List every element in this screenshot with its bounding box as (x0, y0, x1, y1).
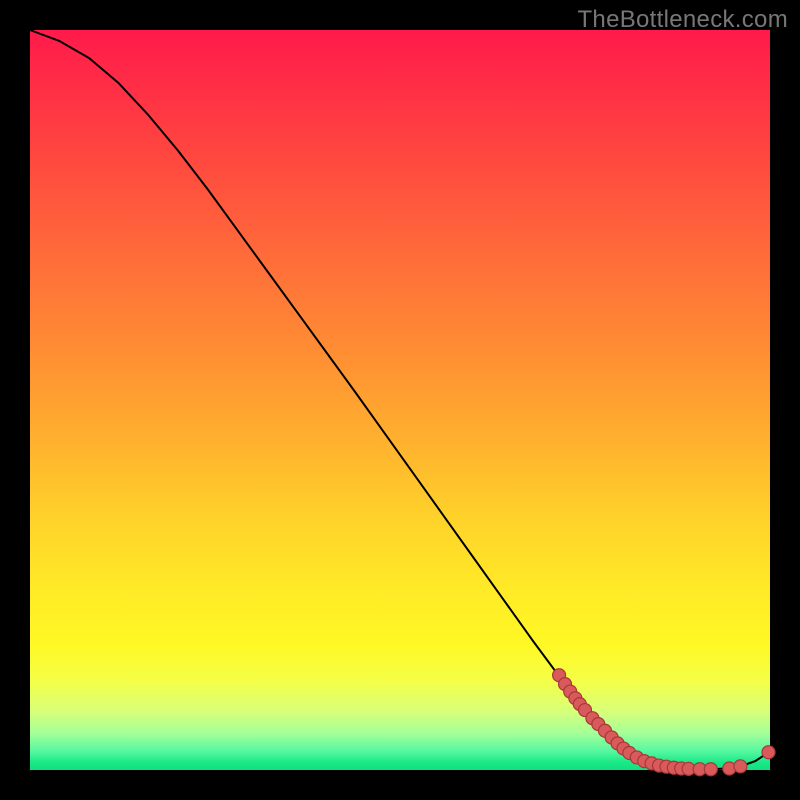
chart-stage: TheBottleneck.com (0, 0, 800, 800)
data-point (762, 746, 775, 759)
chart-overlay (30, 30, 770, 770)
plot-area (30, 30, 770, 770)
data-point (734, 760, 747, 773)
data-point (704, 763, 717, 776)
bottleneck-curve (30, 30, 770, 769)
data-points (553, 669, 775, 776)
